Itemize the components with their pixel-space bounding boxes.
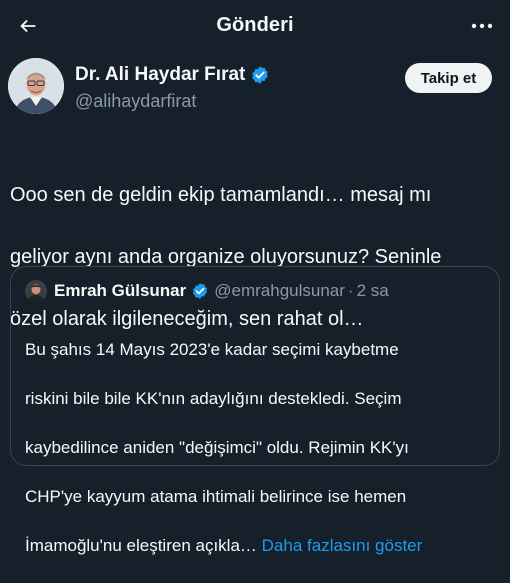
quoted-line: İmamoğlu'nu eleştiren açıkla… Daha fazla…	[25, 534, 487, 559]
quoted-tweet-text: Bu şahıs 14 Mayıs 2023'e kadar seçimi ka…	[25, 313, 487, 583]
quoted-tweet-card[interactable]: Emrah Gülsunar @emrahgulsunar · 2 sa Bu …	[10, 266, 500, 555]
show-more-link[interactable]: Daha fazlasını göster	[262, 536, 423, 555]
author-name[interactable]: Dr. Ali Haydar Fırat	[75, 64, 270, 86]
quoted-author-handle[interactable]: @emrahgulsunar	[214, 281, 345, 301]
quoted-author-avatar[interactable]	[25, 280, 47, 302]
follow-button[interactable]: Takip et	[405, 63, 492, 93]
quoted-line: CHP'ye kayyum atama ihtimali belirince i…	[25, 486, 407, 506]
verified-badge-icon	[193, 283, 208, 299]
quoted-line: riskini bile bile KK'nın adaylığını dest…	[25, 388, 402, 408]
quoted-line: kaybedilince aniden "değişimci" oldu. Re…	[25, 437, 409, 457]
quoted-tweet-header: Emrah Gülsunar @emrahgulsunar · 2 sa	[54, 281, 389, 301]
more-horizontal-icon	[471, 23, 493, 29]
author-avatar[interactable]	[8, 58, 64, 114]
page-title: Gönderi	[216, 14, 294, 36]
quoted-line-text: İmamoğlu'nu eleştiren açıkla…	[25, 535, 257, 555]
quoted-author-name[interactable]: Emrah Gülsunar	[54, 281, 186, 301]
quoted-line: Bu şahıs 14 Mayıs 2023'e kadar seçimi ka…	[25, 339, 399, 359]
author-name-text[interactable]: Dr. Ali Haydar Fırat	[75, 64, 245, 86]
author-handle[interactable]: @alihaydarfirat	[75, 91, 196, 112]
more-options-button[interactable]	[466, 12, 498, 40]
separator-dot: ·	[347, 281, 354, 300]
quoted-tweet-timestamp[interactable]: 2 sa	[357, 281, 389, 301]
top-bar: Gönderi	[0, 0, 510, 52]
verified-badge-icon	[252, 66, 269, 84]
tweet-line: Ooo sen de geldin ekip tamamlandı… mesaj…	[10, 184, 432, 206]
